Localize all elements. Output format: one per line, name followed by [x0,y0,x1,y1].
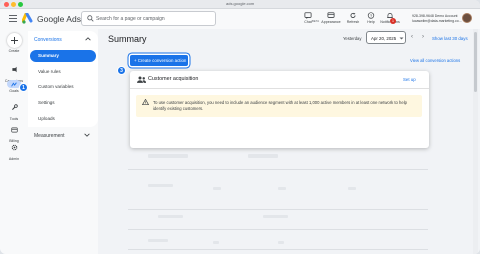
warning-message: To use customer acquisition, you need to… [153,100,407,111]
blurred-content [148,184,173,187]
date-range-label: Yesterday [343,36,362,41]
date-picker[interactable]: Apr 20, 2025 [366,31,406,44]
blurred-content [278,187,286,190]
avatar[interactable] [462,13,472,23]
main-content: Summary Yesterday Apr 20, 2025 ‹ › Show … [98,29,480,254]
title-bar: ads.google.com [0,0,480,9]
gear-icon [11,144,17,151]
view-all-conversion-actions-link[interactable]: View all conversion actions [410,58,460,63]
conversions-group: Conversions Summary Value rules Custom v… [28,31,98,127]
menu-icon[interactable] [9,15,17,22]
blurred-content [213,187,221,190]
create-conversion-action-button[interactable]: + Create conversion action [130,55,188,66]
appearance-icon [327,12,335,18]
plus-icon [6,33,22,48]
blurred-content [278,241,284,244]
conversions-heading[interactable]: Conversions [34,37,62,43]
account-info[interactable]: 928-398-9648 Demo Account lucaswilm@data… [412,14,462,23]
help-icon: ? [367,12,375,19]
address-text[interactable]: ads.google.com [226,1,254,6]
blurred-content [263,215,288,218]
subnav-item-uploads[interactable]: Uploads [30,113,96,125]
account-email: lucaswilm@data-marketing.co... [412,18,462,23]
close-window-button[interactable] [4,2,9,7]
subnav-item-value-rules[interactable]: Value rules [30,66,96,78]
subnav-item-custom-variables[interactable]: Custom variables [30,81,96,93]
tools-icon [11,104,18,110]
step-1-badge: 1 [19,83,28,92]
chevron-up-icon[interactable] [85,37,91,41]
notification-count-badge: 1 [390,18,396,24]
next-date-arrow[interactable]: › [422,34,424,40]
create-nav[interactable]: Create [0,33,28,53]
warning-icon [142,99,149,105]
tools-nav[interactable]: Tools [0,98,28,121]
search-box[interactable]: Search for a page or campaign [81,11,216,26]
blurred-content [248,154,278,158]
blurred-content [148,154,188,158]
set-up-link[interactable]: Set up [403,77,416,82]
search-input[interactable]: Search for a page or campaign [90,16,210,22]
blurred-content [158,215,183,218]
admin-label: Admin [8,157,20,161]
blurred-content [213,241,219,244]
warning-banner: To use customer acquisition, you need to… [136,95,422,117]
blurred-content [348,187,356,190]
chevron-down-icon[interactable] [84,133,90,137]
campaigns-icon [11,66,17,73]
blurred-content [148,239,168,242]
conversions-subnav: Conversions Summary Value rules Custom v… [28,29,98,254]
card-title: Customer acquisition [148,76,199,82]
browser-window: ads.google.com Google Ads Search for a p… [0,0,480,254]
card-divider [130,88,429,89]
measurement-heading[interactable]: Measurement [34,133,65,139]
create-label: Create [8,49,20,53]
scrollbar-thumb[interactable] [474,32,477,92]
blurred-divider [128,249,428,250]
maximize-window-button[interactable] [18,2,23,7]
people-icon [137,76,146,83]
left-navigation: Create Campaigns Goals Tools Billing Adm… [0,29,28,254]
blurred-divider [128,229,428,230]
previous-date-arrow[interactable]: ‹ [411,34,413,40]
caret-down-icon [399,37,404,40]
google-ads-logo [22,13,33,24]
step-3-badge: 3 [117,66,126,75]
subnav-item-settings[interactable]: Settings [30,97,96,109]
subnav-item-summary[interactable]: Summary [30,50,96,62]
refresh-icon [350,12,356,19]
blurred-divider [128,169,428,170]
chat-icon [304,12,312,19]
app-header: Google Ads Search for a page or campaign… [0,9,480,29]
page-title: Summary [108,34,147,44]
minimize-window-button[interactable] [11,2,16,7]
account-id: 928-398-9648 Demo Account [412,14,458,18]
admin-nav[interactable]: Admin [0,138,28,161]
brand-name: Google Ads [37,14,81,24]
billing-icon [10,127,18,133]
date-value: Apr 20, 2025 [371,36,397,41]
customer-acquisition-card: Customer acquisition Set up To use custo… [130,71,429,148]
show-last-30-days-link[interactable]: Show last 30 days [432,36,468,41]
blurred-divider [128,209,428,210]
